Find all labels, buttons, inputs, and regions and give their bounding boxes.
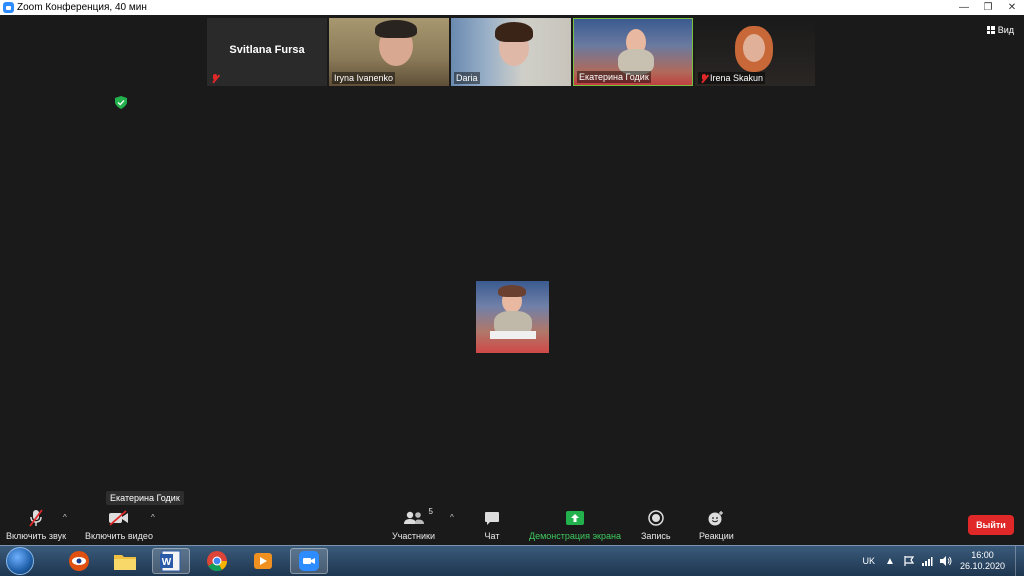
language-indicator[interactable]: UK bbox=[863, 556, 876, 566]
reactions-icon bbox=[708, 511, 724, 526]
zapper-app-icon[interactable] bbox=[60, 548, 98, 574]
action-center-flag-icon[interactable] bbox=[903, 555, 915, 567]
mic-muted-icon bbox=[211, 74, 219, 83]
media-player-icon[interactable] bbox=[244, 548, 282, 574]
window-titlebar: Zoom Конференция, 40 мин — ❐ ✕ bbox=[0, 0, 1024, 15]
reactions-button[interactable]: Реакции bbox=[699, 509, 734, 541]
ms-word-icon[interactable]: W bbox=[152, 548, 190, 574]
start-video-button[interactable]: Включить видео bbox=[85, 509, 153, 541]
video-feed bbox=[743, 34, 765, 62]
reactions-label: Реакции bbox=[699, 531, 734, 541]
close-button[interactable]: ✕ bbox=[1000, 0, 1024, 15]
unmute-button[interactable]: Включить звук bbox=[6, 509, 66, 541]
active-speaker-video bbox=[476, 281, 549, 353]
window-title: Zoom Конференция, 40 мин bbox=[17, 2, 147, 13]
start-orb-icon[interactable] bbox=[6, 547, 34, 575]
video-feed-hair bbox=[495, 22, 533, 42]
grid-view-icon bbox=[986, 26, 995, 34]
network-signal-icon[interactable] bbox=[921, 555, 933, 567]
show-desktop-button[interactable] bbox=[1015, 546, 1024, 576]
participant-name: Daria bbox=[454, 72, 480, 84]
system-tray: UK ▲ 16:00 26.10.2020 bbox=[863, 546, 1024, 576]
zoom-app-icon bbox=[3, 2, 14, 13]
participant-tile-iryna[interactable]: Iryna Ivanenko bbox=[329, 18, 449, 86]
meeting-toolbar: Включить звук ^ Включить видео ^ 5 Участ… bbox=[0, 505, 1024, 545]
share-screen-button[interactable]: Демонстрация экрана bbox=[529, 509, 621, 541]
share-screen-label: Демонстрация экрана bbox=[529, 531, 621, 541]
chat-icon bbox=[485, 511, 499, 525]
participants-icon bbox=[403, 511, 424, 524]
record-icon bbox=[648, 510, 664, 526]
clock-date: 26.10.2020 bbox=[959, 561, 1005, 571]
window-controls: — ❐ ✕ bbox=[952, 0, 1024, 15]
taskbar-clock[interactable]: 16:00 26.10.2020 bbox=[960, 550, 1005, 572]
participants-label: Участники bbox=[392, 531, 435, 541]
participant-strip: Svitlana Fursa Iryna Ivanenko Daria Екат… bbox=[207, 18, 817, 86]
windows-taskbar: W UK ▲ 16:00 26.10.2020 bbox=[0, 545, 1024, 576]
chat-label: Чат bbox=[484, 531, 500, 541]
leave-meeting-button[interactable]: Выйти bbox=[968, 515, 1014, 535]
participant-name: Iryna Ivanenko bbox=[332, 72, 396, 84]
google-chrome-icon[interactable] bbox=[198, 548, 236, 574]
minimize-button[interactable]: — bbox=[952, 0, 976, 15]
microphone-muted-icon bbox=[29, 509, 43, 527]
participants-button[interactable]: 5 Участники bbox=[392, 507, 435, 541]
unmute-label: Включить звук bbox=[6, 531, 67, 541]
record-button[interactable]: Запись bbox=[641, 509, 671, 541]
participant-name: Irena Skakun bbox=[698, 72, 766, 84]
chat-button[interactable]: Чат bbox=[484, 509, 500, 541]
maximize-button[interactable]: ❐ bbox=[976, 0, 1000, 15]
shield-icon[interactable] bbox=[115, 96, 127, 109]
participant-tile-ekaterina[interactable]: Екатерина Годик bbox=[573, 18, 693, 86]
video-options-caret-icon[interactable]: ^ bbox=[151, 513, 155, 522]
audio-options-caret-icon[interactable]: ^ bbox=[63, 513, 67, 522]
participant-name-large: Svitlana Fursa bbox=[229, 44, 305, 56]
participants-count: 5 bbox=[428, 507, 433, 516]
participants-options-caret-icon[interactable]: ^ bbox=[450, 513, 454, 522]
volume-icon[interactable] bbox=[939, 555, 952, 567]
zoom-taskbar-icon[interactable] bbox=[290, 548, 328, 574]
video-feed-hair bbox=[498, 285, 526, 297]
video-feed-hair bbox=[375, 20, 417, 38]
mic-muted-icon bbox=[700, 73, 708, 83]
share-screen-icon bbox=[565, 511, 584, 525]
participant-name: Екатерина Годик bbox=[577, 71, 651, 83]
participant-tile-irena[interactable]: Irena Skakun bbox=[695, 18, 815, 86]
view-button[interactable]: Вид bbox=[986, 25, 1014, 35]
participant-tile-daria[interactable]: Daria bbox=[451, 18, 571, 86]
svg-text:W: W bbox=[162, 557, 172, 568]
clock-time: 16:00 bbox=[971, 550, 994, 560]
active-speaker-label: Екатерина Годик bbox=[106, 491, 184, 505]
file-explorer-icon[interactable] bbox=[106, 548, 144, 574]
camera-off-icon bbox=[108, 510, 128, 526]
video-feed-table bbox=[490, 331, 536, 339]
start-video-label: Включить видео bbox=[85, 531, 153, 541]
participant-tile-svitlana[interactable]: Svitlana Fursa bbox=[207, 18, 327, 86]
view-label: Вид bbox=[997, 25, 1014, 35]
tray-expand-icon[interactable]: ▲ bbox=[885, 556, 895, 567]
record-label: Запись bbox=[641, 531, 671, 541]
